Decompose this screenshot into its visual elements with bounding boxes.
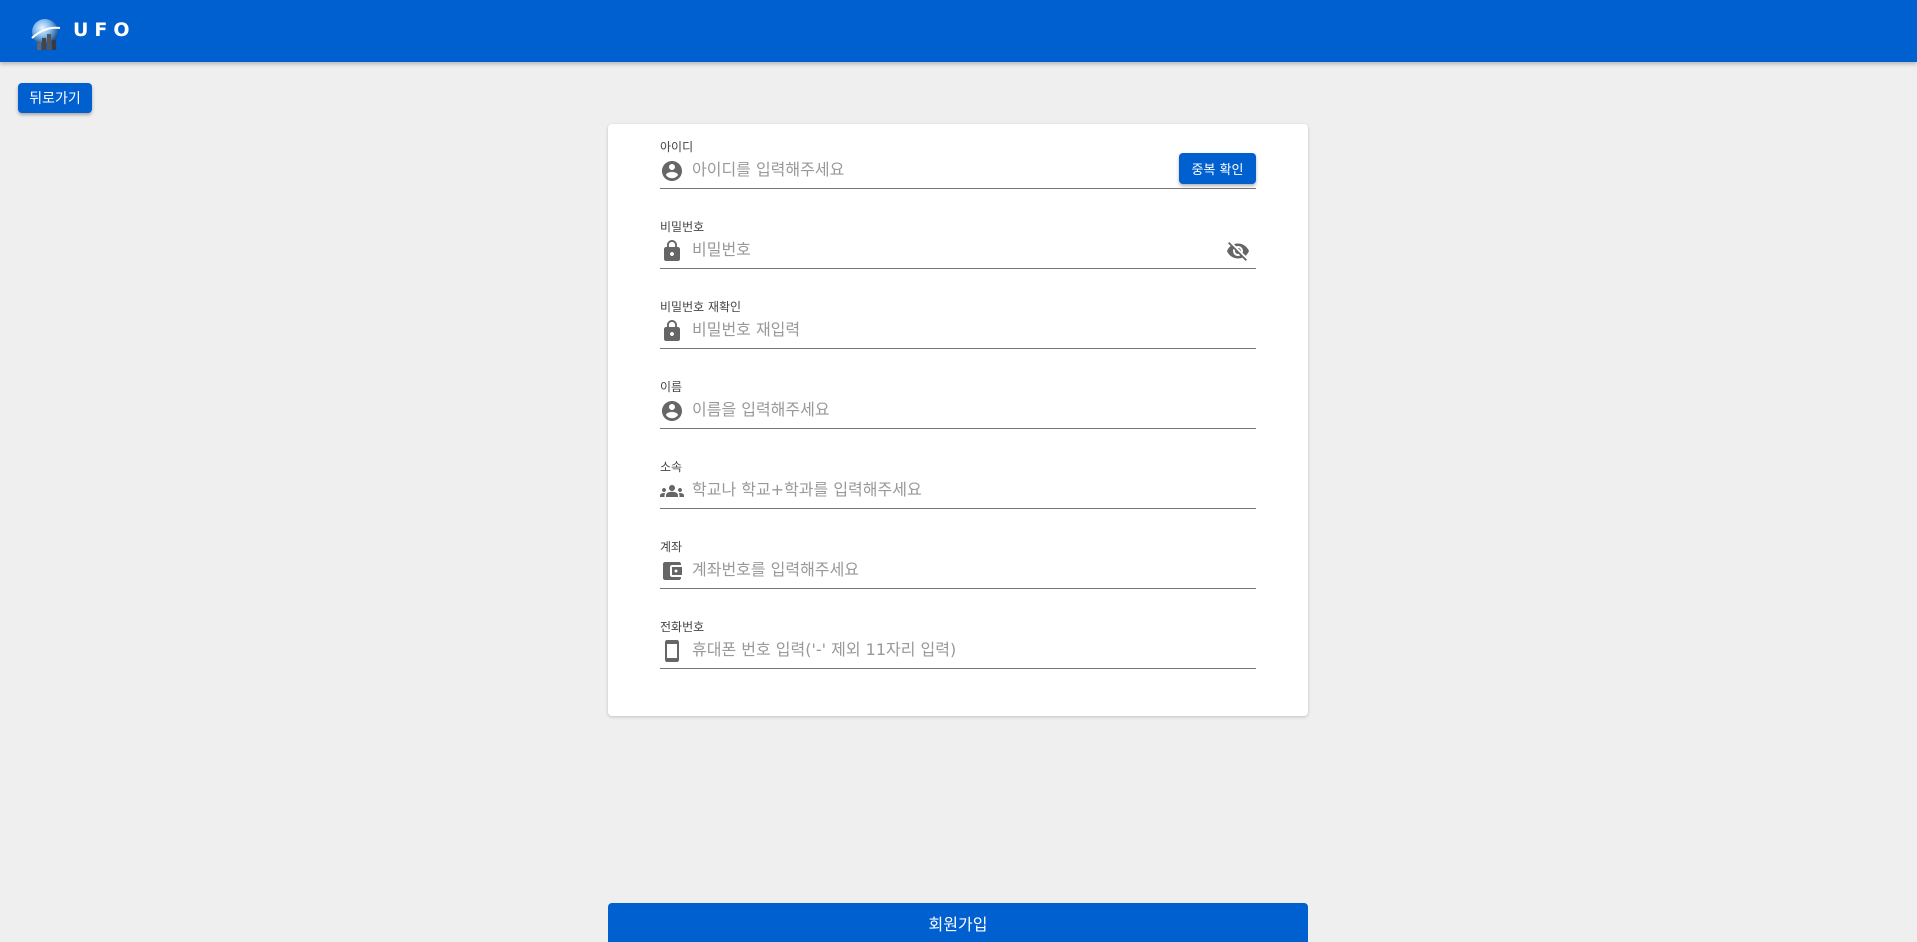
password-confirm-input[interactable] — [692, 314, 1152, 344]
group-icon — [660, 479, 684, 503]
lock-icon — [660, 239, 684, 263]
lock-icon — [660, 319, 684, 343]
field-username: 아이디 중복 확인 — [660, 124, 1256, 189]
duplicate-check-button[interactable]: 중복 확인 — [1179, 153, 1256, 184]
field-input-row — [660, 630, 1256, 669]
field-account: 계좌 — [660, 524, 1256, 589]
wallet-icon — [660, 559, 684, 583]
account-circle-icon — [660, 159, 684, 183]
name-input[interactable] — [692, 394, 1152, 424]
field-input-row — [660, 310, 1256, 349]
field-input-row — [660, 470, 1256, 509]
account-number-input[interactable] — [692, 554, 1152, 584]
field-input-row: 중복 확인 — [660, 150, 1256, 189]
signup-form-card: 아이디 중복 확인 비밀번호 비밀번호 재확인 — [608, 124, 1308, 716]
app-header: UFO — [0, 0, 1917, 62]
phone-input[interactable] — [692, 634, 1152, 664]
field-password: 비밀번호 — [660, 204, 1256, 269]
password-input[interactable] — [692, 234, 1152, 264]
visibility-off-icon[interactable] — [1226, 239, 1250, 263]
username-input[interactable] — [692, 154, 1152, 184]
affiliation-input[interactable] — [692, 474, 1152, 504]
ufo-logo-icon[interactable] — [28, 16, 64, 52]
signup-submit-button[interactable]: 회원가입 — [608, 903, 1308, 942]
back-button[interactable]: 뒤로가기 — [18, 83, 92, 113]
field-affiliation: 소속 — [660, 444, 1256, 509]
brand-title: UFO — [73, 19, 136, 41]
field-input-row — [660, 390, 1256, 429]
field-password-confirm: 비밀번호 재확인 — [660, 284, 1256, 349]
field-phone: 전화번호 — [660, 604, 1256, 669]
field-input-row — [660, 550, 1256, 589]
account-circle-icon — [660, 399, 684, 423]
field-name: 이름 — [660, 364, 1256, 429]
smartphone-icon — [660, 639, 684, 663]
field-input-row — [660, 230, 1256, 269]
